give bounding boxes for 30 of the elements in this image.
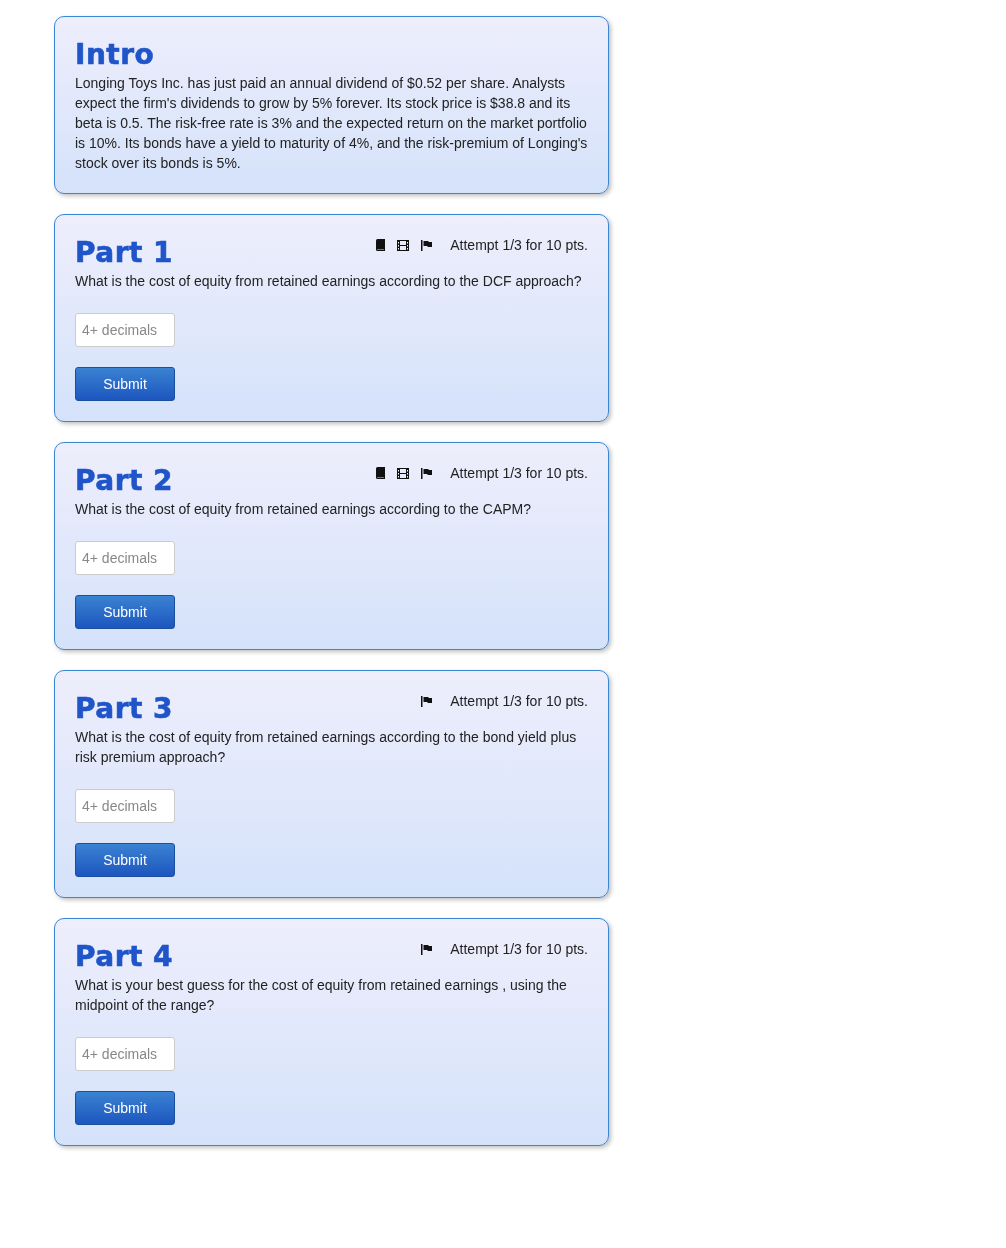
submit-button[interactable]: Submit — [75, 595, 175, 629]
intro-text: Longing Toys Inc. has just paid an annual dividend of $0.52 per share. Analysts expect the firm's dividends to grow by 5% forever. Its stock price is $38.8 and its beta is 0.5. The risk-free rate is 3% and the expected return on the market portfolio is 10%. Its bonds have a yield to maturity of 4%, and the risk-premium of Longing's stock over its bonds is 5%. — [75, 74, 588, 173]
question-text: What is the cost of equity from retained earnings according to the CAPM? — [75, 500, 532, 519]
answer-field[interactable]: 4+ decimals — [75, 789, 175, 823]
flag-icon[interactable] — [421, 943, 433, 955]
submit-button[interactable]: Submit — [75, 843, 175, 877]
answer-field[interactable]: 4+ decimals — [75, 313, 175, 347]
attempt-text: Attempt 1/3 for 10 pts. — [450, 693, 588, 709]
part-title: Part 4 — [75, 939, 174, 975]
film-icon[interactable] — [397, 239, 410, 251]
submit-button[interactable]: Submit — [75, 1091, 175, 1125]
part-title: Part 2 — [75, 463, 174, 499]
film-icon[interactable] — [397, 467, 410, 479]
answer-field[interactable]: 4+ decimals — [75, 541, 175, 575]
book-icon[interactable] — [375, 467, 386, 479]
intro-title: Intro — [75, 37, 156, 73]
question-text: What is the cost of equity from retained earnings according to the DCF approach? — [75, 272, 583, 291]
attempt-text: Attempt 1/3 for 10 pts. — [450, 941, 588, 957]
attempt-text: Attempt 1/3 for 10 pts. — [450, 465, 588, 481]
question-text: What is the cost of equity from retained earnings according to the bond yield plus risk premium approach? — [75, 728, 578, 767]
answer-field[interactable]: 4+ decimals — [75, 1037, 175, 1071]
attempt-text: Attempt 1/3 for 10 pts. — [450, 237, 588, 253]
book-icon[interactable] — [375, 239, 386, 251]
flag-icon[interactable] — [421, 695, 433, 707]
submit-button[interactable]: Submit — [75, 367, 175, 401]
question-text: What is your best guess for the cost of equity from retained earnings , using the midpoint of the range? — [75, 976, 568, 1015]
part-title: Part 1 — [75, 235, 174, 271]
flag-icon[interactable] — [421, 239, 433, 251]
flag-icon[interactable] — [421, 467, 433, 479]
part-title: Part 3 — [75, 691, 174, 727]
